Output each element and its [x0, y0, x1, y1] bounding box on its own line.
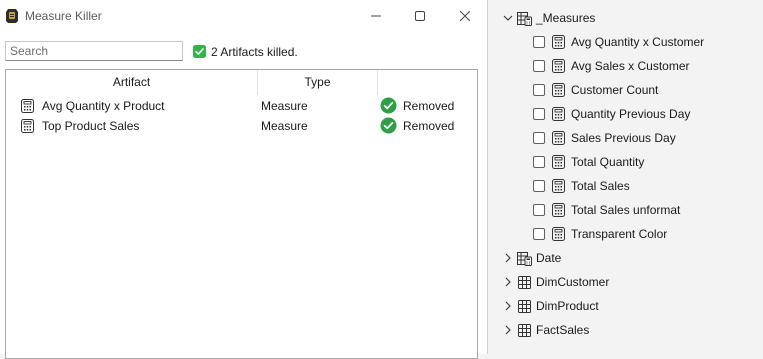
artifact-name: Avg Quantity x Product: [42, 99, 165, 113]
measure-label: Total Sales: [571, 179, 630, 193]
tree-table-label: _Measures: [536, 11, 596, 25]
artifacts-grid: Artifact Type Avg Quantity x Product Mea…: [5, 69, 478, 359]
tree-measure-item[interactable]: Customer Count: [488, 78, 763, 102]
app-icon: [6, 9, 18, 23]
calculator-icon: [552, 131, 565, 145]
measure-checkbox[interactable]: [533, 228, 545, 240]
measure-table-icon: [517, 12, 532, 26]
chevron-right-icon: [505, 277, 511, 287]
tree-table-dimproduct[interactable]: DimProduct: [488, 294, 763, 318]
table-icon: [518, 324, 531, 337]
measure-label: Sales Previous Day: [571, 131, 676, 145]
tree-measure-item[interactable]: Quantity Previous Day: [488, 102, 763, 126]
tree-table-measures[interactable]: _Measures: [488, 6, 763, 30]
table-row[interactable]: Top Product Sales Measure Removed: [6, 116, 477, 136]
close-icon: [460, 11, 470, 21]
artifact-name: Top Product Sales: [42, 119, 140, 133]
calculator-icon: [552, 83, 565, 97]
checkbox-checked-icon: [193, 45, 206, 58]
date-table-icon: [517, 252, 532, 266]
maximize-button[interactable]: [400, 4, 440, 28]
title-bar: Measure Killer: [0, 0, 487, 32]
tree-measure-item[interactable]: Total Quantity: [488, 150, 763, 174]
calculator-icon: [552, 203, 565, 217]
tree-table-dimcustomer[interactable]: DimCustomer: [488, 270, 763, 294]
minimize-button[interactable]: [356, 4, 396, 28]
measure-label: Avg Quantity x Customer: [571, 35, 705, 49]
column-header-status[interactable]: [378, 70, 477, 95]
measure-killer-window: Measure Killer 2 Artifacts killed. Artif…: [0, 0, 488, 359]
artifact-type: Measure: [261, 99, 308, 113]
artifact-status: Removed: [403, 119, 455, 133]
calculator-icon: [552, 179, 565, 193]
tree-measure-item[interactable]: Transparent Color: [488, 222, 763, 246]
measure-label: Transparent Color: [571, 227, 668, 241]
calculator-icon: [21, 119, 34, 133]
measure-label: Total Sales unformat: [571, 203, 681, 217]
window-title: Measure Killer: [25, 9, 102, 23]
measure-checkbox[interactable]: [533, 180, 545, 192]
tree-table-label: Date: [536, 251, 562, 265]
tree-measure-item[interactable]: Total Sales unformat: [488, 198, 763, 222]
chevron-right-icon: [505, 253, 511, 263]
minimize-icon: [371, 15, 381, 17]
check-circle-icon: [380, 117, 397, 134]
tree-table-label: DimCustomer: [536, 275, 610, 289]
tree-measure-item[interactable]: Sales Previous Day: [488, 126, 763, 150]
column-header-artifact[interactable]: Artifact: [6, 70, 258, 95]
calculator-icon: [552, 35, 565, 49]
calculator-icon: [552, 59, 565, 73]
chevron-right-icon: [505, 325, 511, 335]
measure-checkbox[interactable]: [533, 156, 545, 168]
search-input[interactable]: [5, 41, 183, 61]
tree-table-label: DimProduct: [536, 299, 599, 313]
measure-checkbox[interactable]: [533, 60, 545, 72]
measure-label: Avg Sales x Customer: [571, 59, 690, 73]
tree-measure-item[interactable]: Total Sales: [488, 174, 763, 198]
maximize-icon: [415, 11, 425, 21]
tree-table-factsales[interactable]: FactSales: [488, 318, 763, 342]
measure-label: Total Quantity: [571, 155, 645, 169]
check-circle-icon: [380, 97, 397, 114]
calculator-icon: [21, 99, 34, 113]
measure-checkbox[interactable]: [533, 36, 545, 48]
measure-label: Quantity Previous Day: [571, 107, 691, 121]
tree-table-date[interactable]: Date: [488, 246, 763, 270]
calculator-icon: [552, 227, 565, 241]
table-icon: [518, 300, 531, 313]
chevron-down-icon: [503, 15, 513, 21]
column-header-type[interactable]: Type: [258, 70, 378, 95]
measure-label: Customer Count: [571, 83, 659, 97]
artifact-status: Removed: [403, 99, 455, 113]
chevron-right-icon: [505, 301, 511, 311]
measure-checkbox[interactable]: [533, 84, 545, 96]
calculator-icon: [552, 107, 565, 121]
tree-table-label: FactSales: [536, 323, 590, 337]
tree-measure-item[interactable]: Avg Sales x Customer: [488, 54, 763, 78]
artifact-type: Measure: [261, 119, 308, 133]
calculator-icon: [552, 155, 565, 169]
measure-checkbox[interactable]: [533, 108, 545, 120]
measure-checkbox[interactable]: [533, 132, 545, 144]
tree-measure-item[interactable]: Avg Quantity x Customer: [488, 30, 763, 54]
close-button[interactable]: [445, 4, 485, 28]
table-icon: [518, 276, 531, 289]
table-row[interactable]: Avg Quantity x Product Measure Removed: [6, 96, 477, 116]
measure-checkbox[interactable]: [533, 204, 545, 216]
fields-pane: _Measures Avg Quantity x Customer Avg Sa…: [488, 0, 763, 354]
status-text: 2 Artifacts killed.: [211, 45, 298, 59]
